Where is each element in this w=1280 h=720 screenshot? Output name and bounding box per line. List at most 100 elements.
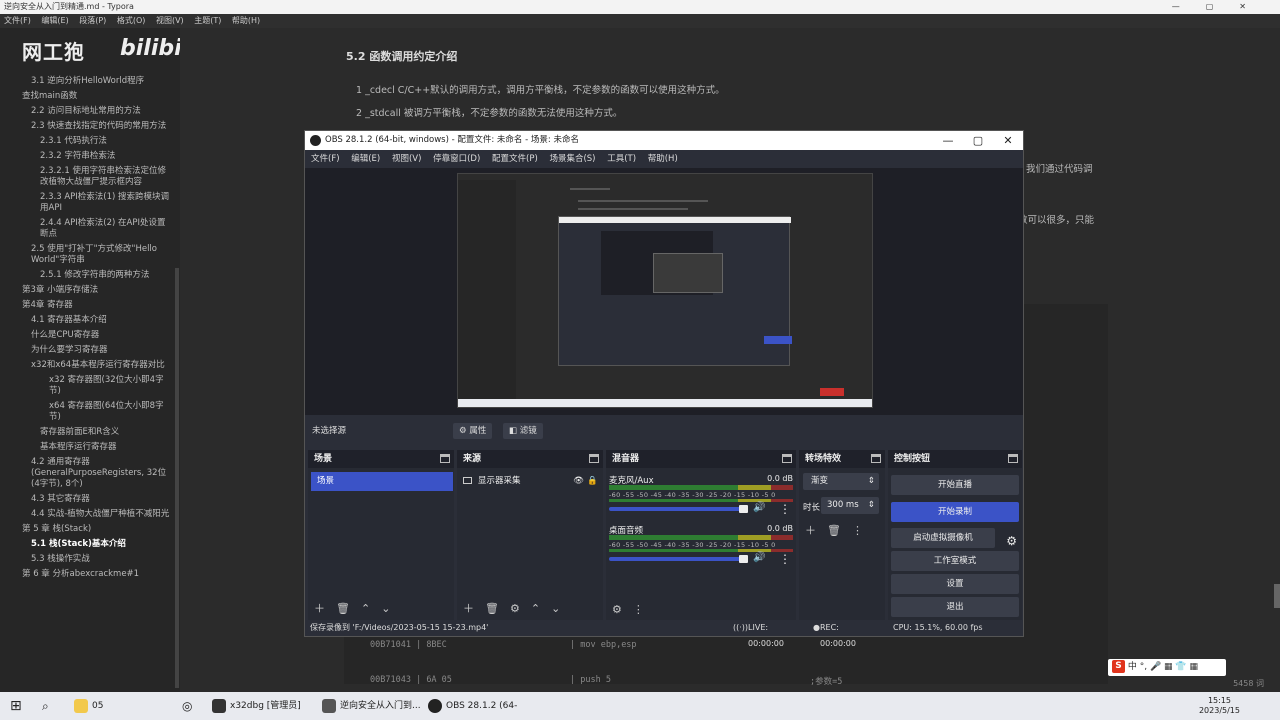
down-arrow-icon[interactable]: ⌄ xyxy=(551,602,560,615)
obs-menu-file[interactable]: 文件(F) xyxy=(311,154,340,164)
dock-float-icon[interactable] xyxy=(589,454,599,463)
outline-item[interactable]: 2.3.1 代码执行法 xyxy=(0,134,176,149)
down-arrow-icon[interactable]: ⌄ xyxy=(381,602,390,615)
outline-item[interactable]: 4.1 寄存器基本介绍 xyxy=(0,313,176,328)
typora-menu-theme[interactable]: 主题(T) xyxy=(194,16,221,25)
virtual-camera-button[interactable]: 启动虚拟摄像机 xyxy=(891,528,995,548)
editor-scrollbar[interactable] xyxy=(1274,584,1280,608)
outline-item[interactable]: 什么是CPU寄存器 xyxy=(0,328,176,343)
obs-menu-docks[interactable]: 停靠窗口(D) xyxy=(433,154,480,164)
exit-button[interactable]: 退出 xyxy=(891,597,1019,617)
preview-screen[interactable] xyxy=(457,173,873,408)
typora-window-controls[interactable]: —▢✕ xyxy=(1172,0,1272,14)
outline-item[interactable]: 2.5.1 修改字符串的两种方法 xyxy=(0,268,176,283)
outline-item[interactable]: 2.5 使用"打补丁"方式修改"Hello World"字符串 xyxy=(0,242,176,268)
more-icon[interactable]: ⋮ xyxy=(779,502,791,516)
gear-icon[interactable]: ⚙ xyxy=(1006,534,1017,548)
outline-item[interactable]: 寄存器前面E和R含义 xyxy=(0,425,176,440)
obs-menu-view[interactable]: 视图(V) xyxy=(392,154,421,164)
outline-item[interactable]: 2.4.4 API检索法(2) 在API处设置断点 xyxy=(0,216,176,242)
dock-float-icon[interactable] xyxy=(871,454,881,463)
more-icon[interactable]: ⋮ xyxy=(852,524,863,537)
dock-float-icon[interactable] xyxy=(1008,454,1018,463)
outline-item[interactable]: 2.2 访问目标地址常用的方法 xyxy=(0,104,176,119)
minimize-button[interactable]: — xyxy=(933,131,963,150)
volume-slider[interactable] xyxy=(609,507,744,511)
obs-menu-profile[interactable]: 配置文件(P) xyxy=(492,154,538,164)
add-icon[interactable]: ＋ xyxy=(314,602,325,615)
dock-float-icon[interactable] xyxy=(782,454,792,463)
typora-menu-edit[interactable]: 编辑(E) xyxy=(41,16,68,25)
obs-menu-help[interactable]: 帮助(H) xyxy=(648,154,678,164)
typora-menu-view[interactable]: 视图(V) xyxy=(156,16,184,25)
up-arrow-icon[interactable]: ⌃ xyxy=(531,602,540,615)
outline-item[interactable]: 4.3 其它寄存器 xyxy=(0,492,176,507)
speaker-icon[interactable]: 🔊 xyxy=(753,552,765,563)
volume-slider-handle[interactable] xyxy=(739,555,748,563)
outline-item[interactable]: 4.4 实战-植物大战僵尸种植不减阳光 xyxy=(0,507,176,522)
outline-item[interactable]: 第 6 章 分析abexcrackme#1 xyxy=(0,567,176,582)
edge-icon[interactable]: ◎ xyxy=(182,692,192,720)
outline-item[interactable]: x32 寄存器图(32位大小即4字节) xyxy=(0,373,176,399)
properties-button[interactable]: ⚙ 属性 xyxy=(453,423,493,439)
outline-item[interactable]: 5.1 栈(Stack)基本介绍 xyxy=(0,537,176,552)
settings-button[interactable]: 设置 xyxy=(891,574,1019,594)
obs-menu-tools[interactable]: 工具(T) xyxy=(607,154,636,164)
dock-float-icon[interactable] xyxy=(440,454,450,463)
transition-select[interactable]: 渐变 ⇕ xyxy=(803,473,879,490)
outline-item[interactable]: 2.3.2 字符串检索法 xyxy=(0,149,176,164)
ime-toolbar[interactable]: S 中 °, 🎤 ▦ 👕 ▦ xyxy=(1108,659,1226,676)
up-arrow-icon[interactable]: ⌃ xyxy=(361,602,370,615)
lock-icon[interactable]: 🔒 xyxy=(587,473,598,490)
more-icon[interactable]: ⋮ xyxy=(633,603,644,616)
add-icon[interactable]: ＋ xyxy=(805,524,816,537)
start-streaming-button[interactable]: 开始直播 xyxy=(891,475,1019,495)
outline-item[interactable]: 4.2 通用寄存器(GeneralPurposeRegisters, 32位(4… xyxy=(0,455,176,492)
outline-item[interactable]: x32和x64基本程序运行寄存器对比 xyxy=(0,358,176,373)
typora-menu-help[interactable]: 帮助(H) xyxy=(232,16,260,25)
outline-item[interactable]: 第 5 章 栈(Stack) xyxy=(0,522,176,537)
system-clock[interactable]: 15:15 2023/5/15 xyxy=(1199,696,1240,716)
outline-item[interactable]: 5.3 栈操作实战 xyxy=(0,552,176,567)
trash-icon[interactable]: 🗑 xyxy=(336,602,350,615)
taskbar-item-obs[interactable]: OBS 28.1.2 (64-bi... xyxy=(428,692,528,720)
duration-input[interactable]: 300 ms ⇕ xyxy=(821,497,879,514)
close-button[interactable]: ✕ xyxy=(993,131,1023,150)
sidebar-scrollbar[interactable] xyxy=(175,268,179,688)
obs-menu-scene-collection[interactable]: 场景集合(S) xyxy=(549,154,595,164)
start-recording-button[interactable]: 开始录制 xyxy=(891,502,1019,522)
gear-icon[interactable]: ⚙ xyxy=(612,603,622,616)
outline-item[interactable]: 3.1 逆向分析HelloWorld程序 xyxy=(0,74,176,89)
maximize-button[interactable]: ▢ xyxy=(963,131,993,150)
outline-item[interactable]: 查找main函数 xyxy=(0,89,176,104)
obs-menu-edit[interactable]: 编辑(E) xyxy=(351,154,380,164)
outline-item[interactable]: 基本程序运行寄存器 xyxy=(0,440,176,455)
volume-slider[interactable] xyxy=(609,557,744,561)
outline-item[interactable]: 2.3 快速查找指定的代码的常用方法 xyxy=(0,119,176,134)
trash-icon[interactable]: 🗑 xyxy=(485,602,499,615)
outline-item[interactable]: 为什么要学习寄存器 xyxy=(0,343,176,358)
eye-icon[interactable]: 👁 xyxy=(573,473,584,490)
more-icon[interactable]: ⋮ xyxy=(779,552,791,566)
start-button[interactable]: ⊞ xyxy=(10,692,22,720)
trash-icon[interactable]: 🗑 xyxy=(827,524,841,537)
typora-menu-format[interactable]: 格式(O) xyxy=(117,16,146,25)
taskbar-item-typora[interactable]: 逆向安全从入门到... xyxy=(322,692,422,720)
taskbar-item-folder[interactable]: 05 xyxy=(74,692,174,720)
studio-mode-button[interactable]: 工作室模式 xyxy=(891,551,1019,571)
outline-item[interactable]: 第4章 寄存器 xyxy=(0,298,176,313)
add-icon[interactable]: ＋ xyxy=(463,602,474,615)
speaker-icon[interactable]: 🔊 xyxy=(753,502,765,513)
taskbar-item-x32dbg[interactable]: x32dbg [管理员] xyxy=(212,692,314,720)
outline-item[interactable]: 第3章 小端序存储法 xyxy=(0,283,176,298)
source-item[interactable]: 显示器采集 👁 🔒 xyxy=(463,473,598,490)
typora-menu-paragraph[interactable]: 段落(P) xyxy=(79,16,106,25)
scene-item[interactable]: 场景 xyxy=(311,472,453,491)
outline-item[interactable]: x64 寄存器图(64位大小即8字节) xyxy=(0,399,176,425)
typora-menu-file[interactable]: 文件(F) xyxy=(4,16,31,25)
search-icon[interactable]: ⌕ xyxy=(42,692,49,720)
filters-button[interactable]: ◧ 滤镜 xyxy=(503,423,543,439)
gear-icon[interactable]: ⚙ xyxy=(510,602,520,615)
outline-item[interactable]: 2.3.3 API检索法(1) 搜索跨模块调用API xyxy=(0,190,176,216)
outline-item[interactable]: 2.3.2.1 使用字符串检索法定位修改植物大战僵尸提示框内容 xyxy=(0,164,176,190)
